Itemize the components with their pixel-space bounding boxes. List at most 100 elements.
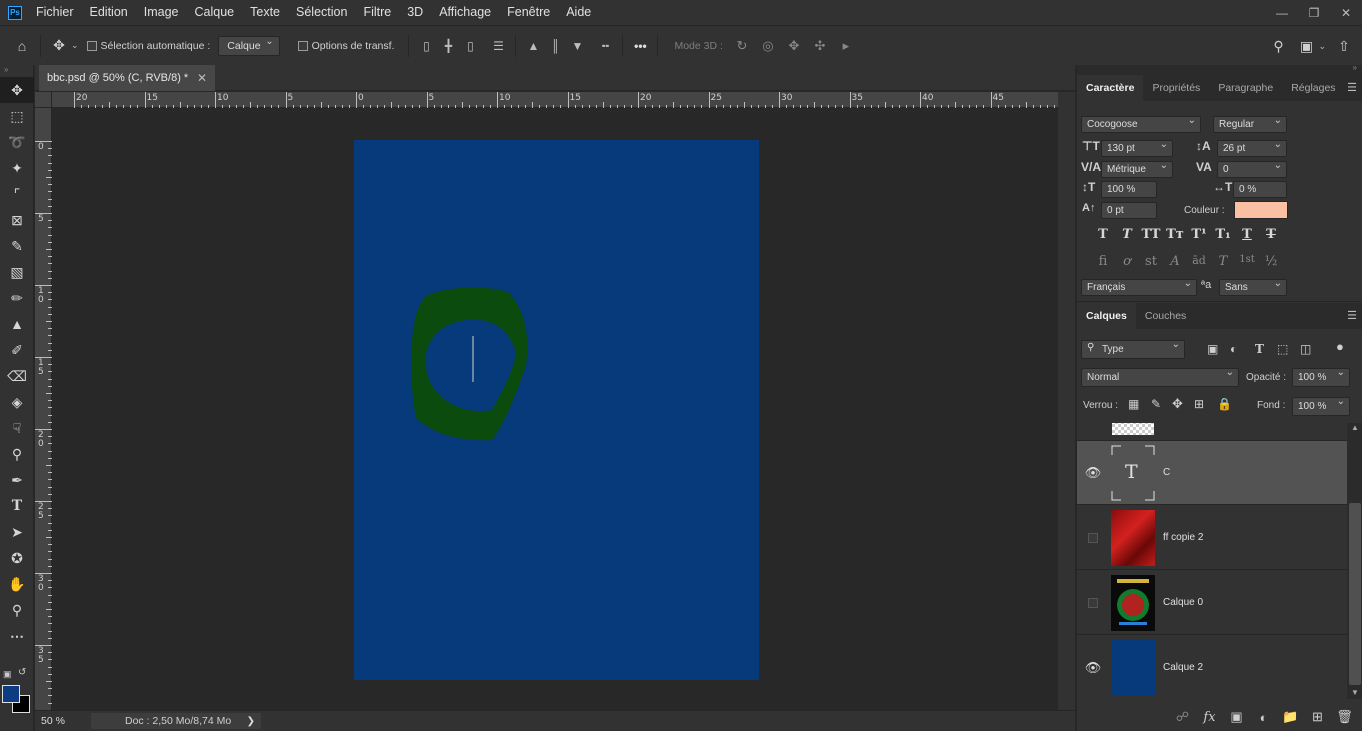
frame-icon[interactable]: ⊠ (0, 207, 34, 233)
more-tools-icon[interactable]: ⋯ (0, 623, 34, 649)
layer-name[interactable]: ff copie 2 (1163, 532, 1203, 543)
underline-button[interactable]: T (1235, 227, 1259, 245)
share-icon[interactable]: ⇧ (1332, 35, 1356, 57)
visibility-box[interactable] (1088, 597, 1098, 608)
fractions-button[interactable]: ½ (1259, 254, 1283, 272)
ordinals-button[interactable]: 1st (1235, 254, 1259, 272)
layer-thumbnail-transparent[interactable] (1112, 423, 1154, 435)
smudge-icon[interactable]: ☟ (0, 415, 34, 441)
text-color-swatch[interactable] (1234, 201, 1288, 219)
filter-toggle-icon[interactable]: ● (1336, 339, 1344, 354)
magic-wand-icon[interactable]: ✦ (0, 155, 34, 181)
horizontal-ruler[interactable]: 20 15 10 5 0 5 10 15 20 25 30 35 40 45 (52, 92, 1058, 108)
move-icon[interactable]: ✥ (0, 77, 34, 103)
font-style-dropdown[interactable]: Regular (1213, 115, 1287, 133)
faux-bold-button[interactable]: T (1091, 227, 1115, 245)
horizontal-scale-field[interactable]: 0 % (1233, 181, 1287, 198)
menu-texte[interactable]: Texte (242, 0, 288, 25)
swap-colors-icon[interactable]: ↺ (18, 667, 26, 678)
layer-name[interactable]: Calque 2 (1163, 662, 1203, 673)
scroll-up-icon[interactable]: ▲ (1351, 423, 1359, 432)
healing-icon[interactable]: ▧ (0, 259, 34, 285)
filter-adjustment-icon[interactable]: ◐ (1230, 342, 1237, 356)
document-tab[interactable]: bbc.psd @ 50% (C, RVB/8) * ✕ (39, 65, 215, 91)
distribute-vertical-icon[interactable]: ╍ (594, 35, 616, 57)
layers-scrollbar[interactable]: ▲ ▼ (1347, 423, 1362, 699)
foreground-color-swatch[interactable] (2, 685, 20, 703)
eyedropper-icon[interactable]: ✎ (0, 233, 34, 259)
link-layers-icon[interactable]: ☍ (1174, 709, 1191, 725)
tab-paragraphe[interactable]: Paragraphe (1209, 75, 1282, 101)
default-colors-icon[interactable]: ▣ (3, 669, 12, 680)
layer-row-ff-copie-2[interactable]: ff copie 2 (1077, 506, 1347, 570)
layer-thumbnail-text[interactable]: T (1111, 445, 1155, 501)
menu-selection[interactable]: Sélection (288, 0, 355, 25)
home-icon[interactable]: ⌂ (10, 35, 34, 57)
layer-row-c[interactable]: 👁 T C (1077, 441, 1347, 505)
menu-3d[interactable]: 3D (399, 0, 431, 25)
menu-aide[interactable]: Aide (558, 0, 599, 25)
lock-pixels-icon[interactable]: ✎ (1151, 397, 1161, 411)
hand-icon[interactable]: ✋ (0, 571, 34, 597)
align-bottom-icon[interactable]: ▼ (566, 35, 588, 57)
close-icon[interactable]: ✕ (1330, 0, 1362, 25)
tab-caractere[interactable]: Caractère (1077, 75, 1144, 101)
subscript-button[interactable]: T₁ (1211, 227, 1235, 245)
menu-filtre[interactable]: Filtre (355, 0, 399, 25)
collapse-toolbar-icon[interactable]: » (0, 65, 33, 77)
align-hcenter-icon[interactable]: ╋ (437, 35, 459, 57)
filter-smart-object-icon[interactable]: ◫ (1300, 342, 1311, 356)
layer-filter-dropdown[interactable]: ⚲ Type (1081, 339, 1185, 359)
opacity-field[interactable]: 100 % (1292, 367, 1350, 387)
discretionary-ligatures-button[interactable]: st (1139, 254, 1163, 272)
superscript-button[interactable]: T¹ (1187, 227, 1211, 245)
new-layer-icon[interactable]: ⊞ (1309, 709, 1326, 725)
delete-layer-icon[interactable]: 🗑 (1336, 709, 1353, 725)
transform-controls-box[interactable] (297, 40, 308, 51)
tracking-field[interactable]: 0 (1217, 160, 1287, 178)
eye-icon[interactable]: 👁 (1077, 660, 1109, 676)
fx-icon[interactable]: fx (1201, 710, 1218, 725)
lock-artboard-icon[interactable]: ⊞ (1194, 397, 1204, 411)
menu-edition[interactable]: Edition (82, 0, 136, 25)
blend-mode-dropdown[interactable]: Normal (1081, 367, 1239, 387)
vertical-ruler[interactable]: 0 5 1 0 1 5 2 0 2 5 3 0 3 5 (35, 108, 52, 710)
more-options-icon[interactable]: ••• (629, 35, 651, 57)
path-select-icon[interactable]: ➤ (0, 519, 34, 545)
language-dropdown[interactable]: Français (1081, 278, 1197, 296)
new-group-icon[interactable]: 📁 (1282, 709, 1299, 725)
layer-name[interactable]: C (1163, 467, 1170, 478)
pan-3d-icon[interactable]: ✥ (781, 38, 807, 54)
scrollbar-thumb[interactable] (1349, 503, 1361, 685)
font-size-field[interactable]: 130 pt (1101, 139, 1173, 157)
titling-alternates-button[interactable]: T (1211, 254, 1235, 272)
marquee-icon[interactable]: ⬚ (0, 103, 34, 129)
ligatures-button[interactable]: fi (1091, 254, 1115, 272)
chevron-right-icon[interactable]: ❯ (247, 716, 255, 727)
panel-menu-icon[interactable]: ☰ (1347, 309, 1357, 322)
lock-transparency-icon[interactable]: ▦ (1128, 397, 1139, 411)
tab-couches[interactable]: Couches (1136, 303, 1195, 329)
tab-reglages[interactable]: Réglages (1282, 75, 1344, 101)
align-left-icon[interactable]: ▯ (415, 35, 437, 57)
layer-row-calque-0[interactable]: Calque 0 (1077, 571, 1347, 635)
transform-controls-checkbox[interactable]: Options de transf. (297, 40, 394, 52)
roll-3d-icon[interactable]: ◎ (755, 38, 781, 54)
restore-icon[interactable]: ❐ (1298, 0, 1330, 25)
menu-fenetre[interactable]: Fenêtre (499, 0, 558, 25)
auto-select-target-dropdown[interactable]: Calque (218, 35, 280, 56)
align-top-icon[interactable]: ▲ (522, 35, 544, 57)
pen-icon[interactable]: ✒ (0, 467, 34, 493)
scroll-down-icon[interactable]: ▼ (1351, 688, 1359, 697)
layer-name[interactable]: Calque 0 (1163, 597, 1203, 608)
lasso-icon[interactable]: ➰ (0, 129, 34, 155)
font-family-dropdown[interactable]: Cocogoose (1081, 115, 1201, 133)
document-canvas[interactable] (354, 140, 759, 680)
shape-icon[interactable]: ✪ (0, 545, 34, 571)
filter-pixel-icon[interactable]: ▣ (1207, 342, 1218, 356)
stylistic-alternates-button[interactable]: ād (1187, 254, 1211, 272)
tab-proprietes[interactable]: Propriétés (1143, 75, 1209, 101)
filter-shape-icon[interactable]: ⬚ (1277, 342, 1288, 356)
swash-button[interactable]: A (1163, 254, 1187, 272)
add-mask-icon[interactable]: ▣ (1228, 709, 1245, 725)
